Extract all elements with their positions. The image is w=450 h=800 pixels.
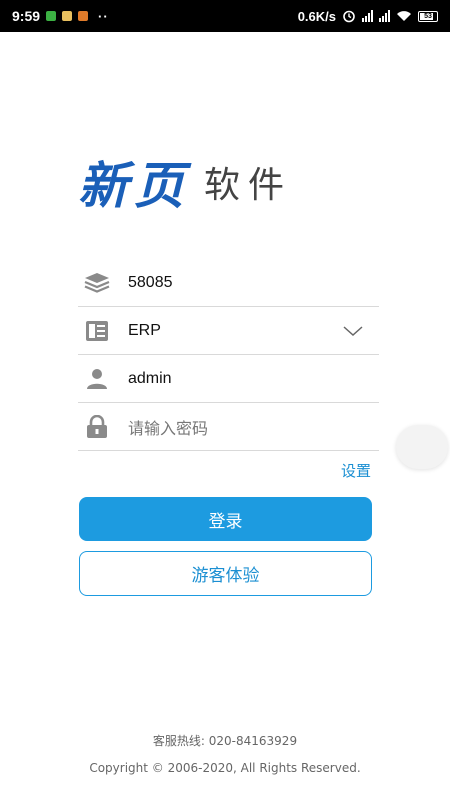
notification-icon-app xyxy=(62,11,73,21)
account-set-value: 58085 xyxy=(128,273,173,291)
password-field[interactable]: 请输入密码 xyxy=(78,403,379,451)
logo-sub-text: 软件 xyxy=(204,165,293,206)
customer-service-hotline: 客服热线: 020-84163929 xyxy=(152,734,298,748)
system-select[interactable]: ERP xyxy=(78,307,379,355)
alarm-icon xyxy=(343,10,355,23)
lock-icon xyxy=(84,414,110,440)
signal-icon-2 xyxy=(379,10,390,22)
user-icon xyxy=(84,366,110,392)
account-set-field[interactable]: 58085 xyxy=(78,259,379,307)
username-value: admin xyxy=(128,369,172,387)
status-right: 0.6K/s 53 xyxy=(298,9,438,24)
status-time: 9:59 xyxy=(12,8,41,24)
logo-brand-text: 新页 xyxy=(78,157,190,215)
guest-experience-button[interactable]: 游客体验 xyxy=(79,551,372,596)
username-field[interactable]: admin xyxy=(78,355,379,403)
system-value: ERP xyxy=(128,321,161,339)
notification-icon-wechat xyxy=(46,11,57,21)
login-button[interactable]: 登录 xyxy=(79,497,372,541)
battery-icon: 53 xyxy=(418,10,438,22)
network-speed: 0.6K/s xyxy=(297,8,336,24)
notification-icon-taobao xyxy=(78,11,89,21)
settings-link[interactable]: 设置 xyxy=(341,460,371,481)
more-notifications-icon: ·· xyxy=(98,8,109,24)
status-bar: 9:59 ·· 0.6K/s 53 xyxy=(0,0,450,32)
copyright-text: Copyright © 2006-2020, All Rights Reserv… xyxy=(89,761,361,775)
server-icon xyxy=(84,318,110,344)
floating-assistant-button[interactable] xyxy=(396,425,448,469)
layers-icon xyxy=(84,270,110,296)
signal-icon-1 xyxy=(362,10,373,22)
wifi-icon xyxy=(397,11,411,21)
app-logo: 新页 软件 xyxy=(78,160,292,212)
password-placeholder: 请输入密码 xyxy=(128,418,209,438)
chevron-down-icon[interactable] xyxy=(343,321,363,340)
